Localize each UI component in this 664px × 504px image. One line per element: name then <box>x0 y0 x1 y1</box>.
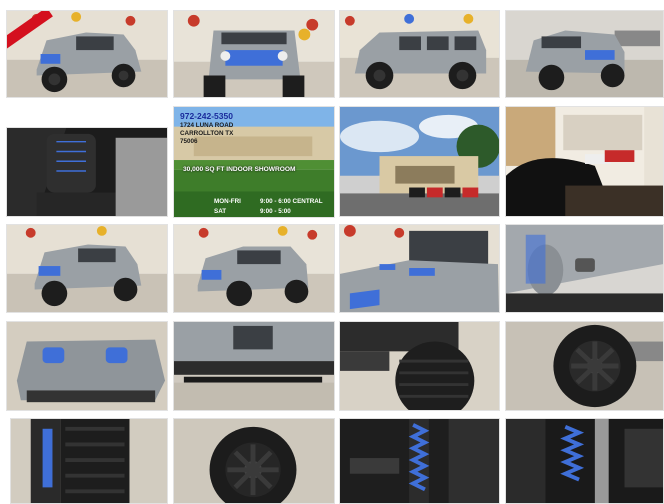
photo-jeep-rear-three-quarter[interactable] <box>505 10 664 98</box>
photo-jeep-side[interactable] <box>339 10 500 98</box>
ad-hours-label-2: SAT <box>214 208 227 215</box>
photo-black-wheel[interactable] <box>505 321 664 411</box>
photo-hood-latch[interactable] <box>505 224 664 313</box>
photo-jeep-front-three-quarter[interactable] <box>6 10 168 98</box>
photo-hood-and-windshield[interactable] <box>339 224 500 313</box>
photo-showroom-interior[interactable] <box>505 106 664 217</box>
photo-jeep-front[interactable] <box>173 10 335 98</box>
photo-front-seats[interactable] <box>6 127 168 217</box>
photo-wheel-closeup[interactable] <box>173 418 335 504</box>
photo-tire-tread[interactable] <box>10 418 168 504</box>
photo-front-tire[interactable] <box>339 321 500 411</box>
photo-side-step[interactable] <box>173 321 335 411</box>
photo-gallery: 972-242-5350 1724 LUNA ROAD CARROLLTON T… <box>0 0 664 504</box>
ad-hours-value-2: 9:00 - 5:00 <box>260 208 291 215</box>
ad-hours-value-1: 9:00 - 6:00 CENTRAL <box>260 198 323 205</box>
photo-dealership-ad[interactable]: 972-242-5350 1724 LUNA ROAD CARROLLTON T… <box>173 106 335 218</box>
photo-hood-vents[interactable] <box>6 321 168 411</box>
photo-jeep-front-three-quarter-2[interactable] <box>6 224 168 313</box>
ad-showroom: 30,000 SQ FT INDOOR SHOWROOM <box>183 166 296 173</box>
photo-front-suspension[interactable] <box>339 418 500 504</box>
ad-address-line2: CARROLLTON TX <box>180 130 234 137</box>
photo-jeep-front-three-quarter-3[interactable] <box>173 224 335 313</box>
photo-dealership-exterior[interactable] <box>339 106 500 217</box>
ad-hours-label-1: MON-FRI <box>214 198 241 205</box>
ad-address-line1: 1724 LUNA ROAD <box>180 122 234 129</box>
photo-shock-absorber[interactable] <box>505 418 664 504</box>
ad-address-line3: 75006 <box>180 138 198 145</box>
ad-phone: 972-242-5350 <box>180 111 233 121</box>
